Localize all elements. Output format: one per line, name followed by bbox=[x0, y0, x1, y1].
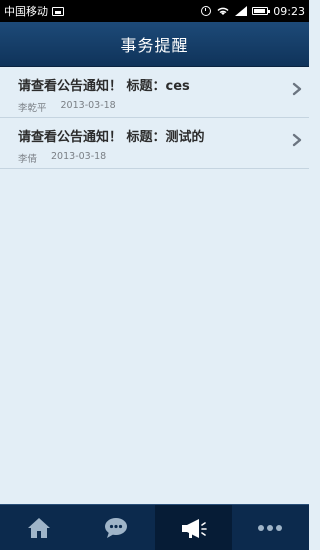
tab-announcements[interactable] bbox=[154, 505, 232, 550]
chevron-right-icon bbox=[292, 133, 302, 147]
chevron-right-icon bbox=[292, 82, 302, 96]
list-item[interactable]: 请查看公告通知！ 标题：ces 李乾平 2013-03-18 bbox=[0, 67, 309, 118]
home-icon bbox=[27, 517, 50, 538]
item-title: 请查看公告通知！ 标题：测试的 bbox=[18, 130, 205, 145]
title-bar: 事务提醒 bbox=[0, 22, 309, 67]
image-icon bbox=[52, 6, 64, 16]
item-title: 请查看公告通知！ 标题：ces bbox=[18, 79, 190, 94]
tab-messages[interactable] bbox=[77, 505, 154, 550]
tab-more[interactable] bbox=[232, 505, 309, 550]
item-date: 2013-03-18 bbox=[51, 151, 107, 162]
battery-icon bbox=[252, 7, 271, 15]
more-icon bbox=[258, 524, 283, 531]
list-item[interactable]: 请查看公告通知！ 标题：测试的 李倩 2013-03-18 bbox=[0, 118, 309, 169]
alarm-icon bbox=[201, 6, 212, 16]
bottom-nav bbox=[0, 504, 309, 550]
reminder-list: 请查看公告通知！ 标题：ces 李乾平 2013-03-18 请查看公告通知！ … bbox=[0, 67, 309, 169]
megaphone-icon bbox=[182, 518, 207, 538]
item-author: 李倩 bbox=[18, 154, 38, 165]
page-title: 事务提醒 bbox=[120, 36, 189, 55]
tab-home[interactable] bbox=[0, 505, 77, 550]
carrier-label: 中国移动 bbox=[4, 5, 48, 18]
wifi-icon bbox=[217, 7, 229, 15]
clock-time: 09:23 bbox=[273, 4, 305, 18]
item-author: 李乾平 bbox=[18, 103, 47, 114]
signal-icon bbox=[235, 6, 248, 16]
chat-icon bbox=[104, 517, 127, 538]
status-bar: 中国移动 09:23 bbox=[0, 0, 309, 22]
item-date: 2013-03-18 bbox=[60, 100, 116, 111]
